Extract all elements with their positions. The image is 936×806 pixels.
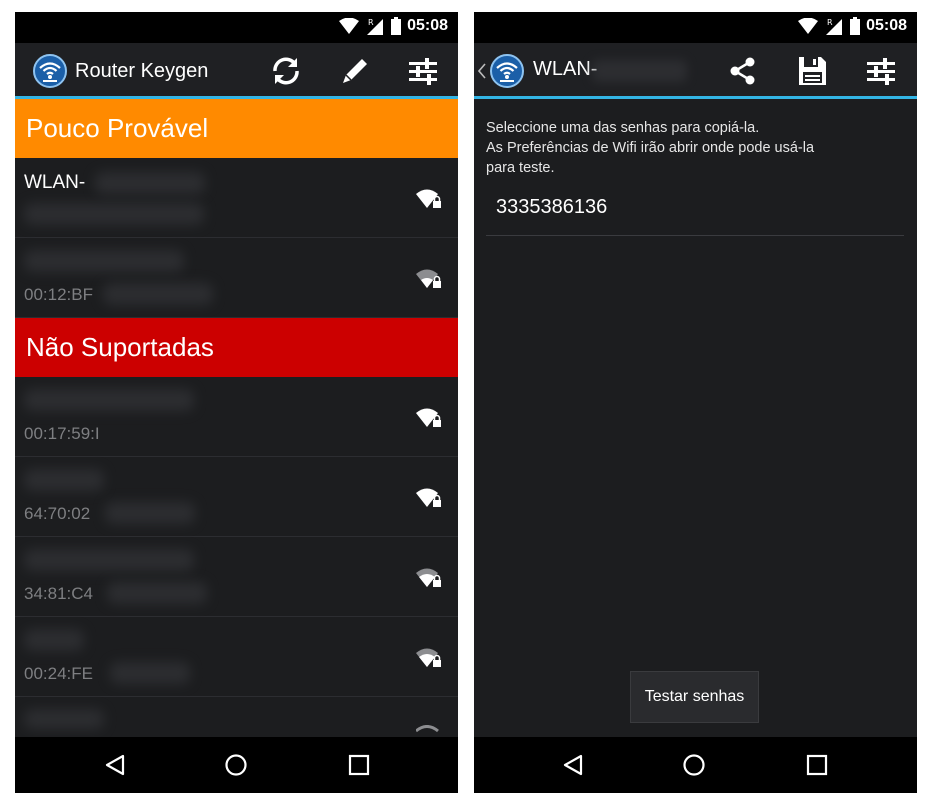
wifi-locked-icon <box>416 648 441 667</box>
svg-text:R: R <box>368 18 374 27</box>
share-icon[interactable] <box>725 53 761 89</box>
action-bar: Router Keygen <box>15 43 458 99</box>
clock: 05:08 <box>866 17 907 34</box>
redacted-blur <box>95 172 205 194</box>
network-row[interactable]: 64:70:02 <box>15 457 458 537</box>
section-header-unsupported: Não Suportadas <box>15 318 458 377</box>
redacted-blur <box>24 389 194 411</box>
redacted-blur <box>105 502 195 524</box>
refresh-icon[interactable] <box>268 53 304 89</box>
instruction-line: Seleccione uma das senhas para copiá-la. <box>486 120 760 136</box>
pencil-icon[interactable] <box>337 53 373 89</box>
redacted-blur <box>592 60 687 82</box>
network-row[interactable]: 00:17:59:I <box>15 377 458 457</box>
wifi-locked-icon <box>416 408 441 427</box>
instruction-line: As Preferências de Wifi irão abrir onde … <box>486 140 815 156</box>
battery-icon <box>391 17 402 35</box>
recents-icon[interactable] <box>347 753 371 777</box>
redacted-blur <box>24 250 184 272</box>
password-item[interactable]: 3335386136 <box>486 190 904 236</box>
back-icon[interactable] <box>103 753 127 777</box>
status-bar: R 05:08 <box>474 12 917 43</box>
wifi-signal-icon <box>339 18 360 34</box>
wifi-locked-icon <box>416 189 441 208</box>
app-title: Router Keygen <box>75 60 209 82</box>
network-row-partial[interactable] <box>15 697 458 737</box>
wifi-locked-icon <box>416 269 441 288</box>
cell-signal-icon: R <box>826 18 843 35</box>
wifi-locked-icon <box>416 488 441 507</box>
recents-icon[interactable] <box>805 753 829 777</box>
network-title: WLAN- <box>533 58 598 80</box>
action-bar-divider <box>474 96 917 99</box>
wifi-locked-icon <box>416 568 441 587</box>
network-row[interactable]: 00:12:BF <box>15 238 458 318</box>
network-mac: 34:81:C4 <box>24 584 93 603</box>
instructions-text: Seleccione uma das senhas para copiá-la.… <box>486 118 906 178</box>
test-passwords-button[interactable]: Testar senhas <box>630 671 759 723</box>
network-mac: 64:70:02 <box>24 504 91 523</box>
redacted-blur <box>24 549 194 571</box>
back-icon[interactable] <box>561 753 585 777</box>
network-ssid: WLAN- <box>24 172 86 193</box>
navigation-bar <box>15 737 458 793</box>
phone-screen-networks: R 05:08 Router Keygen Pouco Provável WLA… <box>15 12 458 793</box>
battery-icon <box>850 17 861 35</box>
network-row[interactable]: WLAN- <box>15 158 458 238</box>
phone-screen-passwords: R 05:08 WLAN- Seleccione uma das senhas … <box>474 12 917 793</box>
home-icon[interactable] <box>682 753 706 777</box>
redacted-blur <box>24 709 104 729</box>
network-row[interactable]: 34:81:C4 <box>15 537 458 617</box>
network-mac: 00:12:BF <box>24 285 93 304</box>
section-header-unlikely: Pouco Provável <box>15 99 458 158</box>
redacted-blur <box>24 203 204 225</box>
network-mac: 00:17:59:I <box>24 424 100 443</box>
network-row[interactable]: 00:24:FE <box>15 617 458 697</box>
svg-text:R: R <box>827 18 833 27</box>
redacted-blur <box>110 662 190 684</box>
status-bar: R 05:08 <box>15 12 458 43</box>
sliders-icon[interactable] <box>863 53 899 89</box>
sliders-icon[interactable] <box>405 53 441 89</box>
redacted-blur <box>103 283 213 305</box>
home-icon[interactable] <box>224 753 248 777</box>
redacted-blur <box>24 469 104 491</box>
password-value: 3335386136 <box>496 196 608 218</box>
section-title: Não Suportadas <box>26 332 214 362</box>
save-icon[interactable] <box>794 53 830 89</box>
network-mac: 00:24:FE <box>24 664 93 683</box>
action-bar: WLAN- <box>474 43 917 99</box>
redacted-blur <box>107 582 207 604</box>
navigation-bar <box>474 737 917 793</box>
instruction-line: para teste. <box>486 160 555 176</box>
wifi-signal-icon <box>798 18 819 34</box>
cell-signal-icon: R <box>367 18 384 35</box>
router-keygen-app-icon[interactable] <box>490 54 524 88</box>
section-title: Pouco Provável <box>26 113 209 143</box>
up-navigation-icon[interactable] <box>478 63 486 79</box>
clock: 05:08 <box>407 17 448 34</box>
wifi-icon <box>416 725 439 733</box>
redacted-blur <box>24 629 84 651</box>
router-keygen-app-icon[interactable] <box>33 54 67 88</box>
